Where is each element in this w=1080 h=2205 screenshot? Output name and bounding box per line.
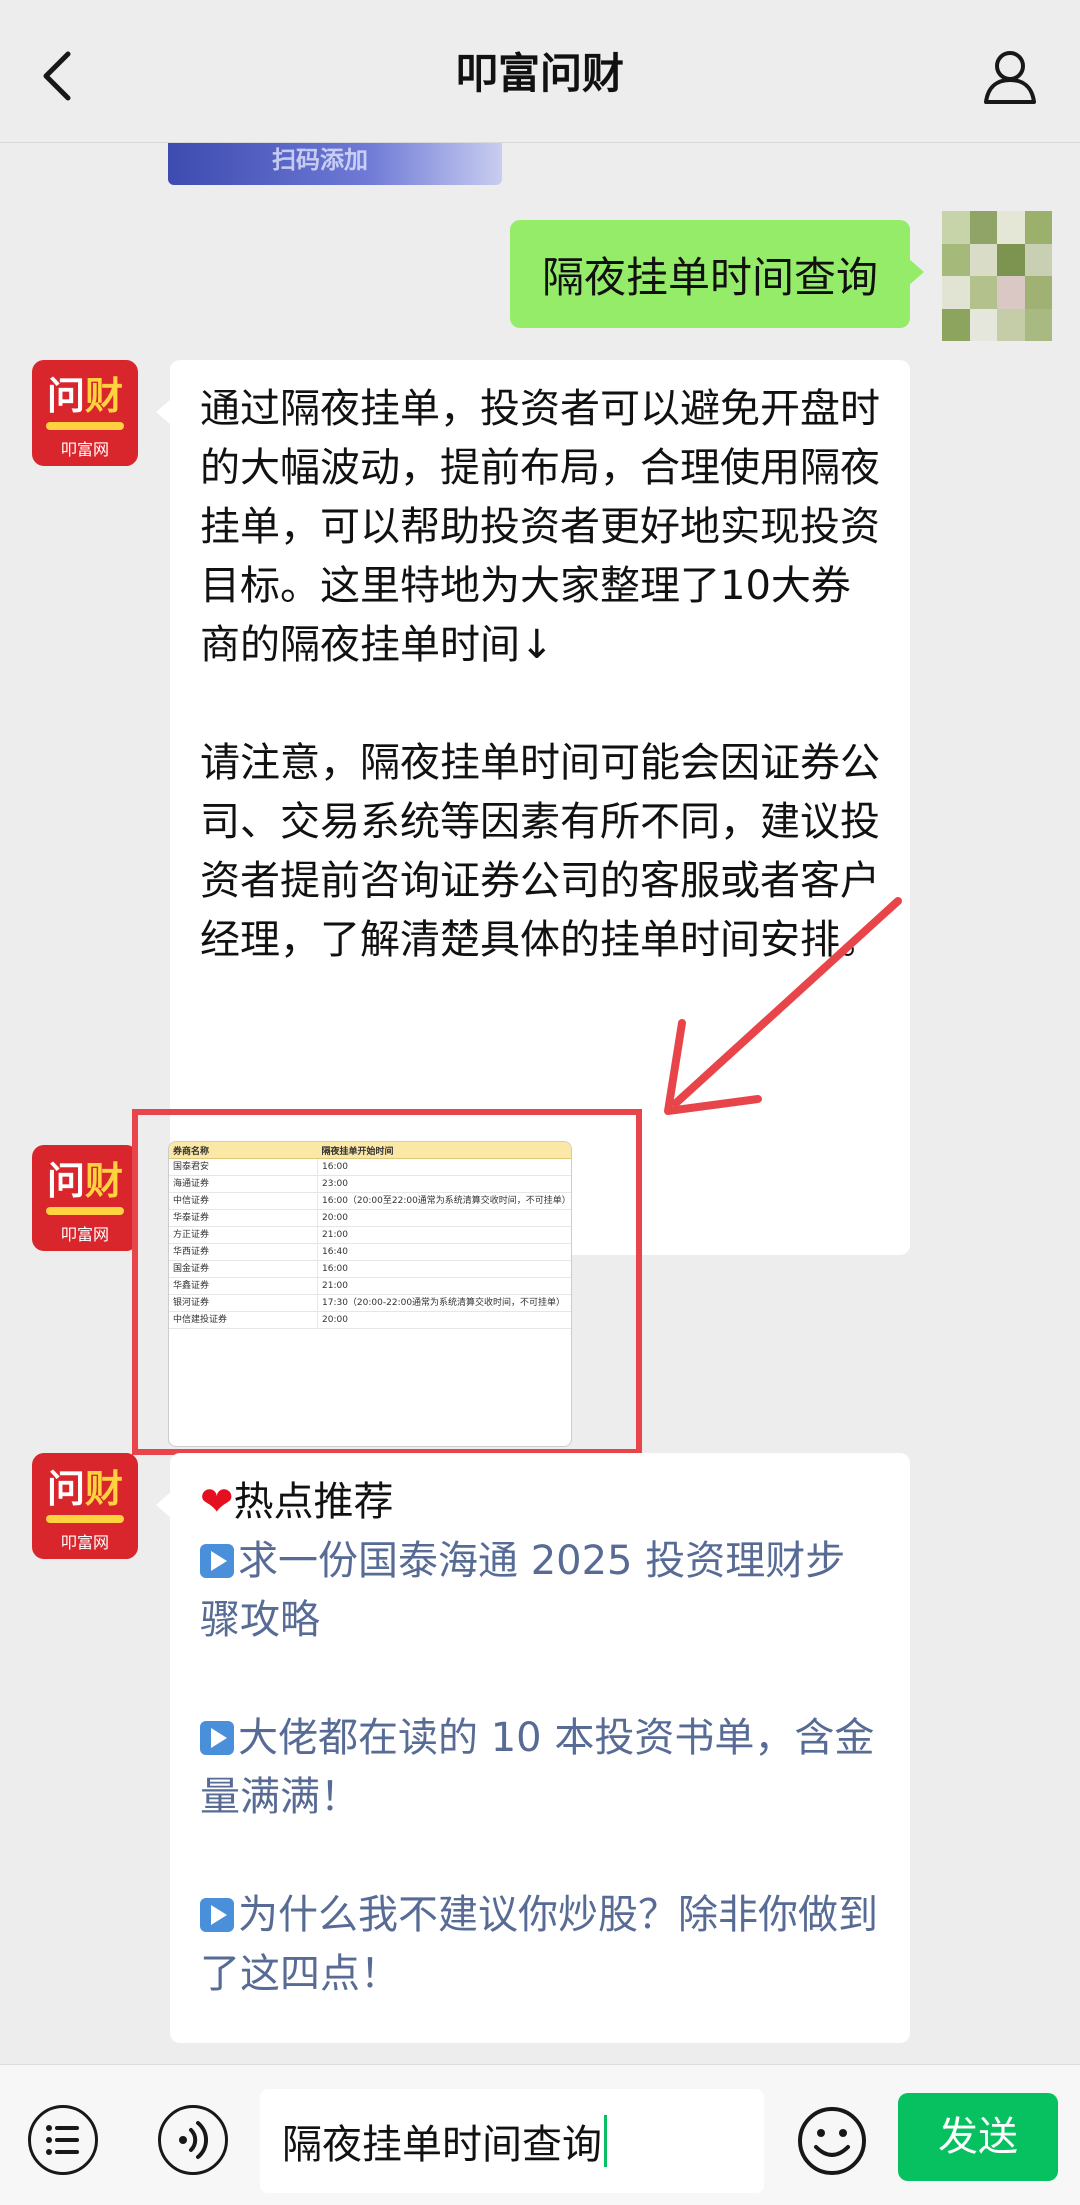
- annotation-arrow-icon: [664, 897, 902, 1115]
- avatar-logo-subtitle: 叩富网: [60, 440, 109, 459]
- voice-button[interactable]: [158, 2105, 228, 2175]
- hot-recommend-title: 热点推荐: [233, 1479, 394, 1525]
- bot-avatar[interactable]: 问财 叩富网: [32, 1453, 138, 1559]
- emoji-button[interactable]: [796, 2105, 868, 2177]
- avatar-logo-text-accent: 财: [85, 1467, 124, 1511]
- avatar-logo-text: 问: [46, 1467, 85, 1511]
- user-message-bubble[interactable]: 隔夜挂单时间查询: [509, 220, 925, 328]
- user-message-text: 隔夜挂单时间查询: [541, 252, 878, 302]
- message-input-value: 隔夜挂单时间查询: [282, 2122, 602, 2168]
- bot-avatar[interactable]: 问财 叩富网: [32, 360, 138, 466]
- play-icon: [200, 1898, 234, 1932]
- top-bar: 叩富问财: [0, 0, 1080, 143]
- article-link-text: 求一份国泰海通 2025 投资理财步骤攻略: [200, 1538, 846, 1643]
- avatar-logo-text: 问: [46, 1159, 85, 1203]
- avatar-logo-subtitle: 叩富网: [60, 1225, 109, 1244]
- hot-recommend-bubble[interactable]: ❤热点推荐 求一份国泰海通 2025 投资理财步骤攻略 大佬都在读的 10 本投…: [156, 1453, 910, 2043]
- play-icon: [200, 1721, 234, 1755]
- previous-image-message[interactable]: 扫码添加: [168, 143, 502, 185]
- article-link-text: 为什么我不建议你炒股？除非你做到了这四点！: [200, 1892, 878, 1997]
- article-link[interactable]: 为什么我不建议你炒股？除非你做到了这四点！: [200, 1886, 880, 2004]
- avatar-logo-swoosh: [46, 1207, 124, 1215]
- bot-avatar[interactable]: 问财 叩富网: [32, 1145, 138, 1251]
- message-input[interactable]: 隔夜挂单时间查询: [260, 2089, 764, 2193]
- avatar-logo-text: 问: [46, 374, 85, 418]
- send-button[interactable]: 发送: [898, 2093, 1058, 2181]
- text-caret: [604, 2115, 607, 2167]
- avatar-logo-swoosh: [46, 1515, 124, 1523]
- user-avatar[interactable]: [942, 211, 1052, 341]
- list-icon: [46, 2125, 79, 2155]
- avatar-logo-text-accent: 财: [85, 374, 124, 418]
- avatar-logo-subtitle: 叩富网: [60, 1533, 109, 1552]
- voice-icon: [179, 2121, 209, 2159]
- chat-info-button[interactable]: [982, 48, 1038, 106]
- article-link[interactable]: 求一份国泰海通 2025 投资理财步骤攻略: [200, 1532, 880, 1650]
- input-bar: 隔夜挂单时间查询 发送: [0, 2064, 1080, 2205]
- previous-image-text: 扫码添加: [272, 146, 368, 174]
- avatar-logo-text-accent: 财: [85, 1159, 124, 1203]
- chat-area[interactable]: 扫码添加 隔夜挂单时间查询 问财 叩富网 通过隔夜挂单，投资者可以避免开盘时的大…: [0, 143, 1080, 2063]
- menu-button[interactable]: [28, 2105, 98, 2175]
- article-link[interactable]: 大佬都在读的 10 本投资书单，含金量满满！: [200, 1709, 880, 1827]
- heart-icon: ❤: [200, 1479, 234, 1525]
- annotation-highlight-box: [132, 1109, 642, 1455]
- hot-recommend-title-row: ❤热点推荐: [200, 1473, 880, 1532]
- chat-title: 叩富问财: [455, 49, 624, 98]
- emoji-icon: [798, 2107, 866, 2175]
- avatar-logo-swoosh: [46, 422, 124, 430]
- play-icon: [200, 1544, 234, 1578]
- article-link-text: 大佬都在读的 10 本投资书单，含金量满满！: [200, 1715, 875, 1820]
- person-icon: [984, 51, 1036, 104]
- bot-message-paragraph: 通过隔夜挂单，投资者可以避免开盘时的大幅波动，提前布局，合理使用隔夜挂单，可以帮…: [200, 386, 880, 668]
